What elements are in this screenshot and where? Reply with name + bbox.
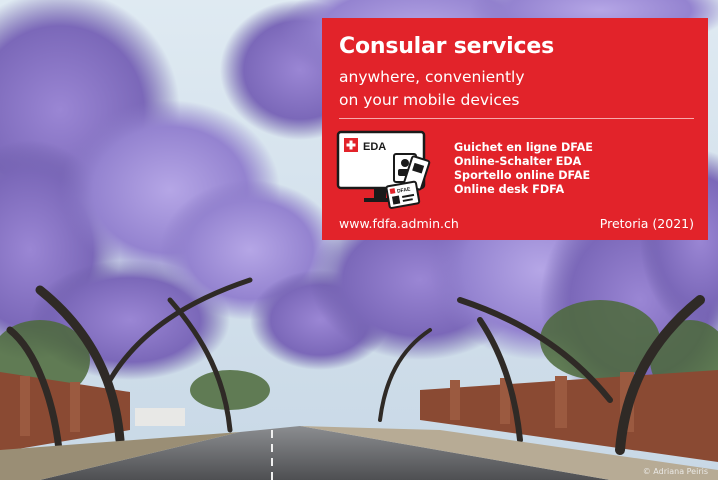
online-desk-names: Guichet en ligne DFAE Online-Schalter ED… [454, 141, 593, 197]
divider [339, 118, 694, 119]
panel-title: Consular services [339, 34, 554, 59]
online-desk-name: Online-Schalter EDA [454, 155, 582, 168]
eda-label: EDA [363, 141, 386, 153]
location-year: Pretoria (2021) [599, 216, 694, 231]
online-desk-name: Online desk FDFA [454, 183, 565, 196]
panel-subtitle: anywhere, conveniently on your mobile de… [339, 66, 699, 112]
subtitle-line: on your mobile devices [339, 91, 520, 109]
online-desk-name: Guichet en ligne DFAE [454, 141, 593, 154]
dfae-card-icon: DFAE [385, 180, 421, 209]
swiss-cross-icon [344, 138, 358, 152]
online-desk-name: Sportello online DFAE [454, 169, 591, 182]
website-link[interactable]: www.fdfa.admin.ch [339, 216, 459, 231]
photo-credit: © Adriana Peiris [642, 467, 708, 476]
subtitle-line: anywhere, conveniently [339, 68, 525, 86]
online-desk-illustration: EDA DFAE [336, 130, 431, 209]
consular-services-panel: Consular services anywhere, conveniently… [322, 18, 708, 240]
